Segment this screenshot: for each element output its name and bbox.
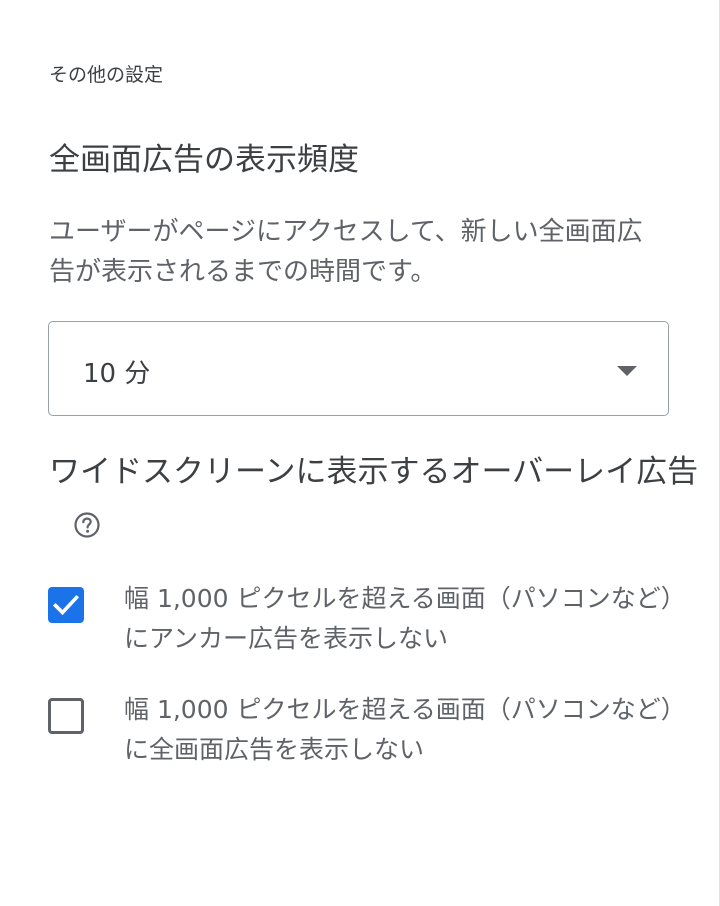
interstitial-frequency-heading: 全画面広告の表示頻度 [49,142,359,178]
checkmark-icon [52,594,80,616]
other-settings-panel: その他の設定 全画面広告の表示頻度 ユーザーがページにアクセスして、新しい全画面… [0,0,720,906]
frequency-select[interactable]: 10 分 [48,321,669,416]
anchor-ads-checkbox[interactable] [48,587,84,623]
interstitial-frequency-description: ユーザーがページにアクセスして、新しい全画面広告が表示されるまでの時間です。 [49,217,643,287]
frequency-select-value: 10 分 [83,359,151,389]
anchor-ads-label: 幅 1,000 ピクセルを超える画面（パソコンなど）にアンカー広告を表示しない [124,584,686,653]
interstitial-ads-label: 幅 1,000 ピクセルを超える画面（パソコンなど）に全画面広告を表示しない [124,695,686,764]
section-label: その他の設定 [49,64,164,86]
help-circle-icon[interactable] [73,505,101,538]
widescreen-overlay-heading: ワイドスクリーンに表示するオーバーレイ広告 [49,448,699,544]
widescreen-overlay-heading-text: ワイドスクリーンに表示するオーバーレイ広告 [49,454,699,490]
dropdown-arrow-icon [617,366,637,376]
interstitial-ads-checkbox[interactable] [48,698,84,734]
